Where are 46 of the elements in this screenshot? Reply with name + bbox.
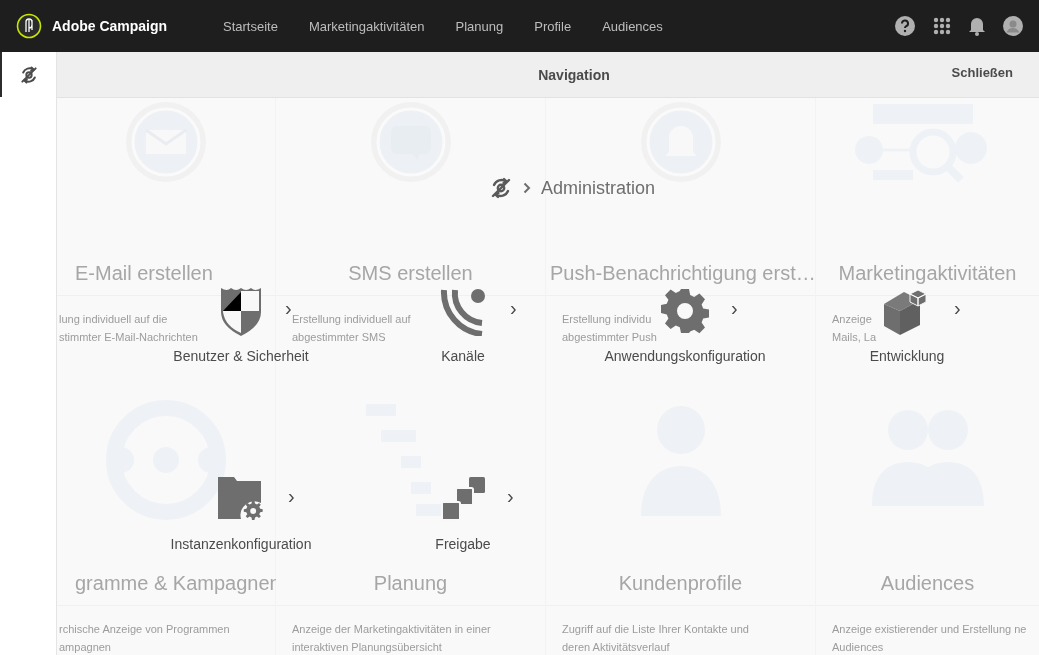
chevron-icon[interactable]: › [288,486,295,506]
chevron-icon[interactable]: › [954,298,961,318]
app-name: Adobe Campaign [52,18,168,34]
chevron-icon[interactable]: › [510,298,517,318]
card-description: lung individuell auf die stimmter E-Mail-Nachrichten [59,312,198,345]
chevron-icon[interactable]: › [507,486,514,506]
card-description: Erstellung individuell auf abgestimmter SMS [292,312,411,345]
breadcrumb-current: Administration [541,177,656,199]
nav-link[interactable]: Profile [534,18,572,34]
admin-category-link[interactable]: Kanäle [441,348,485,364]
card-description: Anzeige existierender und Erstellung ne Audiences [832,622,1027,655]
app-grid-icon[interactable] [933,17,951,35]
admin-category-link[interactable]: Anwendungskonfiguration [604,348,766,364]
chevron-right-icon [523,182,531,194]
nav-link[interactable]: Startseite [223,18,278,34]
card-title: Planung [276,560,545,606]
card-description: rchische Anzeige von Programmen ampagnen [59,622,230,655]
user-avatar-icon[interactable] [1003,16,1023,36]
card-title: Kundenprofile [546,560,815,606]
card-description: Zugriff auf die Liste Ihrer Kontakte und deren Aktivitätsverlauf [562,622,749,655]
notification-bell-icon[interactable] [969,16,985,36]
navigation-icon [489,176,513,200]
panel-title: Navigation [538,66,610,83]
signal-waves-icon [438,286,488,336]
chevron-icon[interactable]: › [731,298,738,318]
nav-link[interactable]: Audiences [602,18,663,34]
card-description: Erstellung individu abgestimmter Push [562,312,657,345]
admin-category-link[interactable]: Freigabe [435,536,491,552]
card-title: gramme & Kampagnen [57,560,275,606]
shield-icon [219,286,263,336]
card-title: Audiences [816,560,1039,606]
gear-icon [661,287,709,335]
nav-link[interactable]: Marketingaktivitäten [308,18,425,34]
chevron-icon[interactable]: › [285,298,292,318]
card-description: Anzeige der Marketingaktivitäten in einer interaktiven Planungsübersicht [292,622,491,655]
close-button[interactable]: Schließen [951,65,1013,80]
logo-icon [16,13,42,39]
admin-category-link[interactable]: Entwicklung [869,348,945,364]
navigation-icon [19,64,39,85]
folder-gear-icon [216,475,266,523]
nav-link[interactable]: Planung [455,18,504,34]
card-description: Anzeige Mails, La [832,312,877,345]
admin-category-link[interactable]: Benutzer & Sicherheit [173,348,309,364]
stacked-squares-icon [441,477,485,521]
help-icon[interactable] [895,16,915,36]
admin-category-link[interactable]: Instanzenkonfiguration [170,536,312,552]
